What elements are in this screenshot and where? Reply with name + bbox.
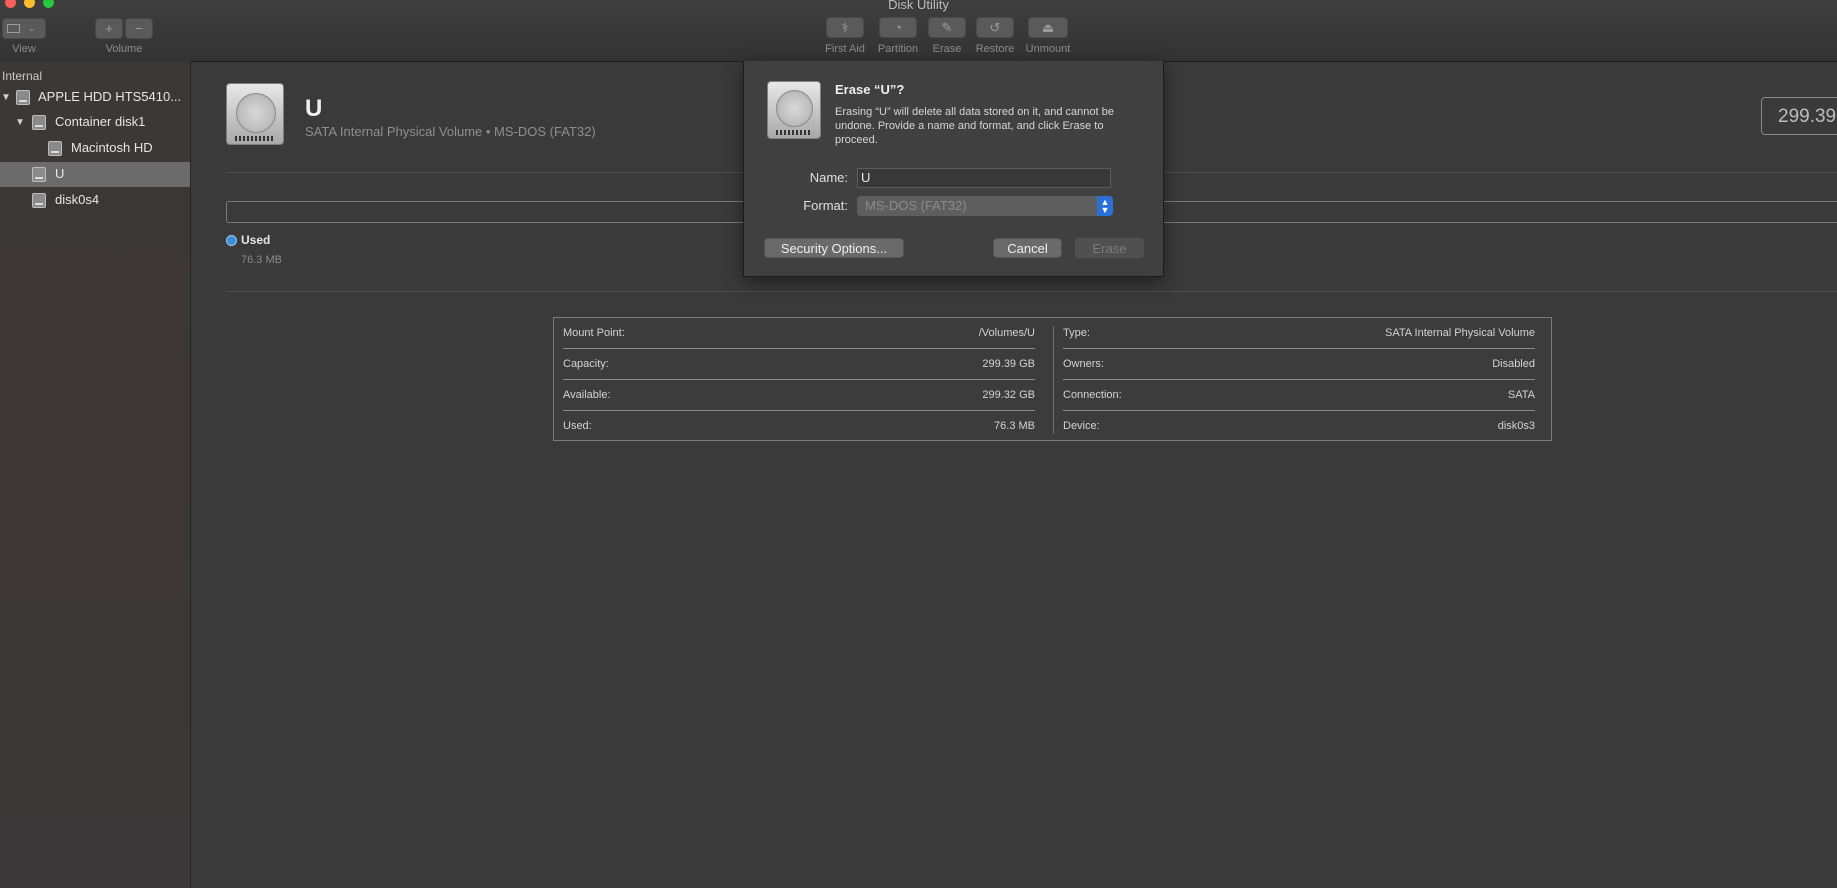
eject-icon: ⏏ bbox=[1041, 19, 1055, 35]
minus-icon: − bbox=[135, 21, 143, 36]
stethoscope-icon: ⚕ bbox=[841, 19, 849, 35]
info-key: Device: bbox=[1063, 420, 1100, 432]
format-select-value: MS-DOS (FAT32) bbox=[865, 198, 967, 213]
up-down-arrows-icon: ▲ ▼ bbox=[1097, 196, 1113, 216]
volume-subtitle: SATA Internal Physical Volume • MS-DOS (… bbox=[305, 124, 596, 139]
volume-disk-icon bbox=[32, 193, 46, 208]
remove-volume-button[interactable]: − bbox=[125, 18, 153, 39]
info-key: Type: bbox=[1063, 327, 1090, 339]
window-title: Disk Utility bbox=[888, 0, 949, 12]
sidebar: Internal ▼ APPLE HDD HTS5410... ▼ Contai… bbox=[0, 61, 191, 888]
volume-disk-icon bbox=[32, 167, 46, 182]
info-value: SATA Internal Physical Volume bbox=[1385, 327, 1535, 339]
chevron-down-icon: ⌄ bbox=[28, 23, 36, 33]
hard-disk-icon bbox=[16, 90, 30, 105]
container-disk-icon bbox=[32, 115, 46, 130]
format-select[interactable]: MS-DOS (FAT32) ▲ ▼ bbox=[857, 196, 1113, 216]
info-row-type: Type: SATA Internal Physical Volume bbox=[1063, 318, 1535, 349]
sidebar-item-container-disk1[interactable]: ▼ Container disk1 bbox=[0, 110, 190, 135]
info-value: /Volumes/U bbox=[978, 327, 1035, 339]
eraser-icon: ✎ bbox=[941, 19, 953, 35]
view-button[interactable]: ⌄ bbox=[2, 18, 46, 39]
sidebar-item-label: APPLE HDD HTS5410... bbox=[38, 89, 182, 104]
info-value: 76.3 MB bbox=[994, 420, 1035, 432]
name-field-label: Name: bbox=[809, 170, 848, 185]
dialog-title: Erase “U”? bbox=[835, 82, 905, 97]
info-row-device: Device: disk0s3 bbox=[1063, 411, 1535, 441]
info-value: Disabled bbox=[1492, 358, 1535, 370]
capacity-display: 299.39 bbox=[1761, 97, 1837, 135]
sidebar-item-label: Macintosh HD bbox=[71, 140, 153, 155]
cancel-button[interactable]: Cancel bbox=[993, 238, 1062, 258]
partition-button[interactable]: ◔ bbox=[879, 17, 917, 38]
volume-disk-icon bbox=[48, 141, 62, 156]
sidebar-section-internal: Internal bbox=[2, 69, 43, 83]
used-legend-swatch bbox=[226, 235, 237, 246]
sidebar-item-macintosh-hd[interactable]: Macintosh HD bbox=[0, 136, 190, 161]
info-row-available: Available: 299.32 GB bbox=[563, 380, 1035, 411]
first-aid-label: First Aid bbox=[825, 43, 865, 55]
volume-disk-icon bbox=[767, 81, 821, 139]
used-legend-label: Used bbox=[241, 233, 271, 247]
info-key: Capacity: bbox=[563, 358, 609, 370]
name-field[interactable]: U bbox=[857, 168, 1111, 188]
info-key: Connection: bbox=[1063, 389, 1122, 401]
info-value: 299.39 GB bbox=[982, 358, 1035, 370]
restore-label: Restore bbox=[975, 43, 1015, 55]
format-field-label: Format: bbox=[803, 198, 848, 213]
pie-chart-icon: ◔ bbox=[894, 20, 902, 35]
erase-dialog: Erase “U”? Erasing “U” will delete all d… bbox=[743, 61, 1164, 277]
info-row-connection: Connection: SATA bbox=[1063, 380, 1535, 411]
restore-icon: ↺ bbox=[989, 19, 1001, 35]
info-value: SATA bbox=[1507, 389, 1535, 401]
view-label: View bbox=[12, 43, 36, 55]
sidebar-item-u[interactable]: U bbox=[0, 162, 190, 187]
sidebar-icon bbox=[7, 24, 20, 33]
window-toolbar: Disk Utility ⌄ View + − Volume ⚕ First A… bbox=[0, 0, 1837, 62]
sidebar-item-label: Container disk1 bbox=[55, 114, 146, 129]
used-legend-value: 76.3 MB bbox=[241, 254, 282, 266]
volume-title: U bbox=[305, 95, 323, 122]
info-row-owners: Owners: Disabled bbox=[1063, 349, 1535, 380]
info-row-used: Used: 76.3 MB bbox=[563, 411, 1035, 441]
info-column-right: Type: SATA Internal Physical Volume Owne… bbox=[1054, 318, 1544, 442]
volume-label: Volume bbox=[105, 43, 143, 55]
info-row-capacity: Capacity: 299.39 GB bbox=[563, 349, 1035, 380]
unmount-button[interactable]: ⏏ bbox=[1028, 17, 1068, 38]
info-key: Available: bbox=[563, 389, 611, 401]
disclosure-triangle-icon[interactable]: ▼ bbox=[1, 92, 11, 103]
disclosure-triangle-icon[interactable]: ▼ bbox=[15, 117, 25, 128]
unmount-label: Unmount bbox=[1025, 43, 1071, 55]
add-volume-button[interactable]: + bbox=[95, 18, 123, 39]
info-row-mount-point: Mount Point: /Volumes/U bbox=[563, 318, 1035, 349]
info-column-left: Mount Point: /Volumes/U Capacity: 299.39… bbox=[554, 318, 1044, 442]
erase-button[interactable]: ✎ bbox=[928, 17, 966, 38]
volume-disk-icon bbox=[226, 83, 284, 145]
info-key: Used: bbox=[563, 420, 592, 432]
first-aid-button[interactable]: ⚕ bbox=[826, 17, 864, 38]
erase-confirm-button[interactable]: Erase bbox=[1075, 238, 1144, 258]
info-value: disk0s3 bbox=[1497, 420, 1535, 432]
sidebar-item-apple-hdd[interactable]: ▼ APPLE HDD HTS5410... bbox=[0, 85, 190, 110]
info-key: Mount Point: bbox=[563, 327, 625, 339]
info-key: Owners: bbox=[1063, 358, 1104, 370]
dialog-message: Erasing “U” will delete all data stored … bbox=[835, 106, 1114, 146]
sidebar-item-label: U bbox=[55, 166, 65, 181]
divider bbox=[226, 291, 1837, 292]
security-options-button[interactable]: Security Options... bbox=[764, 238, 904, 258]
volume-info-table: Mount Point: /Volumes/U Capacity: 299.39… bbox=[553, 317, 1552, 441]
restore-button[interactable]: ↺ bbox=[976, 17, 1014, 38]
sidebar-item-label: disk0s4 bbox=[55, 192, 100, 207]
sidebar-item-disk0s4[interactable]: disk0s4 bbox=[0, 188, 190, 213]
plus-icon: + bbox=[105, 21, 113, 36]
info-value: 299.32 GB bbox=[982, 389, 1035, 401]
